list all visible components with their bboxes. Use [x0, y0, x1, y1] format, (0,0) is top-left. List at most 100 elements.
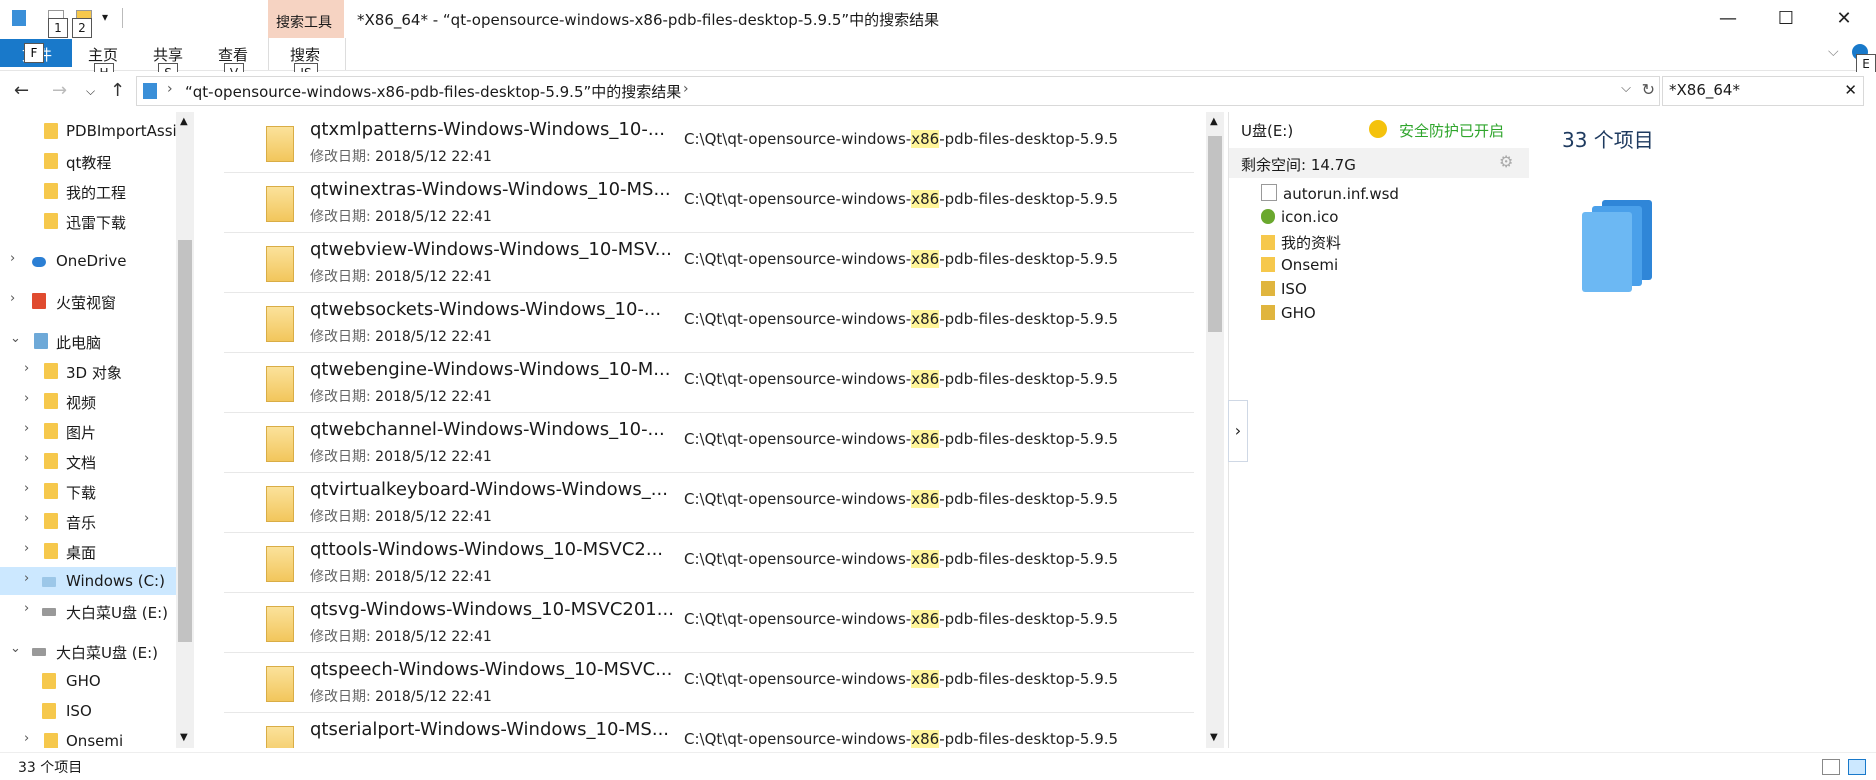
panel-item[interactable]: autorun.inf.wsd	[1261, 184, 1399, 203]
path-suffix: -pdb-files-desktop-5.9.5	[939, 610, 1119, 628]
result-row[interactable]: qtvirtualkeyboard-Windows-Windows_... 修改日…	[224, 472, 1194, 533]
collapse-chevron-icon[interactable]: ⌄	[10, 331, 21, 346]
details-view-icon[interactable]	[1822, 759, 1840, 775]
expand-chevron-icon[interactable]: ›	[24, 601, 29, 616]
panel-item[interactable]: Onsemi	[1261, 256, 1338, 274]
date-label: 修改日期:	[310, 389, 371, 405]
qat-dropdown-icon[interactable]: ▾	[102, 10, 108, 24]
sidebar-item-videos[interactable]: › 视频	[0, 387, 176, 415]
result-row[interactable]: qtspeech-Windows-Windows_10-MSVC... 修改日期:…	[224, 652, 1194, 713]
breadcrumb[interactable]: “qt-opensource-windows-x86-pdb-files-des…	[185, 81, 681, 102]
breadcrumb-chevron-icon[interactable]: ›	[167, 81, 173, 97]
result-row[interactable]: qtwebengine-Windows-Windows_10-M... 修改日期:…	[224, 352, 1194, 413]
back-button[interactable]: ←	[14, 80, 29, 101]
sidebar-item-music[interactable]: › 音乐	[0, 507, 176, 535]
tab-search[interactable]: 搜索	[290, 44, 320, 65]
panel-collapse-button[interactable]: ›	[1228, 400, 1248, 462]
sidebar-item-iso[interactable]: ISO	[0, 697, 176, 725]
tab-view[interactable]: 查看	[218, 44, 248, 65]
close-button[interactable]: ✕	[1816, 0, 1872, 38]
sidebar-item-desktop[interactable]: › 桌面	[0, 537, 176, 565]
navigation-pane: PDBImportAssi qt教程 我的工程 迅雷下载 › OneDrive …	[0, 112, 176, 748]
result-date: 修改日期: 2018/5/12 22:41	[310, 686, 492, 706]
minimize-button[interactable]: —	[1700, 0, 1756, 38]
expand-chevron-icon[interactable]: ›	[10, 251, 15, 266]
expand-chevron-icon[interactable]: ›	[24, 541, 29, 556]
desktop-icon	[44, 543, 58, 559]
result-row[interactable]: qtserialport-Windows-Windows_10-MS... C:\…	[224, 712, 1194, 748]
panel-item[interactable]: ISO	[1261, 280, 1307, 298]
sidebar-scrollbar[interactable]: ▲ ▼	[176, 112, 194, 748]
date-label: 修改日期:	[310, 209, 371, 225]
scroll-up-icon[interactable]: ▲	[180, 116, 188, 127]
clear-search-icon[interactable]: ✕	[1844, 81, 1857, 99]
sidebar-item-this-pc[interactable]: ⌄ 此电脑	[0, 327, 176, 355]
expand-chevron-icon[interactable]: ›	[24, 511, 29, 526]
sidebar-item-qt-tutorial[interactable]: qt教程	[0, 147, 176, 175]
result-row[interactable]: qtwebview-Windows-Windows_10-MSV... 修改日期:…	[224, 232, 1194, 293]
result-row[interactable]: qtwebsockets-Windows-Windows_10-... 修改日期:…	[224, 292, 1194, 353]
date-value: 2018/5/12 22:41	[375, 569, 492, 585]
sidebar-scroll-thumb[interactable]	[178, 240, 192, 642]
search-input[interactable]: *X86_64* ✕	[1662, 76, 1864, 106]
address-bar[interactable]: › “qt-opensource-windows-x86-pdb-files-d…	[136, 76, 1660, 106]
sidebar-item-3d-objects[interactable]: › 3D 对象	[0, 357, 176, 385]
forward-button[interactable]: →	[52, 80, 67, 101]
collapse-chevron-icon[interactable]: ⌄	[10, 641, 21, 656]
result-row[interactable]: qtsvg-Windows-Windows_10-MSVC201... 修改日期:…	[224, 592, 1194, 653]
expand-chevron-icon[interactable]: ›	[24, 451, 29, 466]
results-scrollbar[interactable]: ▲ ▼	[1206, 112, 1224, 748]
sidebar-item-my-projects[interactable]: 我的工程	[0, 177, 176, 205]
sidebar-item-windows-c[interactable]: › Windows (C:)	[0, 567, 176, 595]
maximize-button[interactable]: ☐	[1758, 0, 1814, 38]
scroll-up-icon[interactable]: ▲	[1210, 116, 1218, 127]
sidebar-item-downloads[interactable]: › 下载	[0, 477, 176, 505]
address-dropdown-icon[interactable]: ⌵	[1621, 81, 1631, 96]
sidebar-item-label: GHO	[66, 672, 101, 690]
expand-chevron-icon[interactable]: ›	[24, 731, 29, 746]
sidebar-item-usb-e-1[interactable]: › 大白菜U盘 (E:)	[0, 597, 176, 625]
panel-item[interactable]: 我的资料	[1261, 232, 1341, 253]
recent-locations-icon[interactable]: ⌵	[86, 84, 95, 99]
result-row[interactable]: qtxmlpatterns-Windows-Windows_10-... 修改日期…	[224, 112, 1194, 173]
tab-share[interactable]: 共享	[153, 44, 183, 65]
expand-chevron-icon[interactable]: ›	[24, 391, 29, 406]
expand-chevron-icon[interactable]: ›	[24, 361, 29, 376]
expand-chevron-icon[interactable]: ›	[24, 481, 29, 496]
result-row[interactable]: qtwebchannel-Windows-Windows_10-... 修改日期:…	[224, 412, 1194, 473]
result-row[interactable]: qttools-Windows-Windows_10-MSVC2... 修改日期:…	[224, 532, 1194, 593]
sidebar-item-onedrive[interactable]: › OneDrive	[0, 247, 176, 275]
sidebar-item-fireflies[interactable]: › 火萤视窗	[0, 287, 176, 315]
expand-chevron-icon[interactable]: ›	[10, 291, 15, 306]
zip-folder-icon	[266, 186, 294, 222]
sidebar-item-usb-e-2[interactable]: ⌄ 大白菜U盘 (E:)	[0, 637, 176, 665]
sidebar-item-gho[interactable]: GHO	[0, 667, 176, 695]
scroll-down-icon[interactable]: ▼	[180, 732, 188, 743]
refresh-icon[interactable]: ↻	[1642, 80, 1655, 99]
tab-file[interactable]: 文件 F	[0, 39, 72, 67]
breadcrumb-chevron-icon[interactable]: ›	[683, 81, 689, 97]
large-icons-view-icon[interactable]	[1848, 759, 1866, 775]
protection-status[interactable]: 安全防护已开启	[1399, 120, 1504, 141]
results-scroll-thumb[interactable]	[1208, 136, 1222, 332]
path-match-highlight: x86	[911, 250, 940, 268]
panel-item-label: GHO	[1281, 304, 1316, 322]
expand-chevron-icon[interactable]: ›	[24, 421, 29, 436]
drive-label: U盘(E:)	[1241, 122, 1294, 140]
sidebar-item-documents[interactable]: › 文档	[0, 447, 176, 475]
sidebar-item-pictures[interactable]: › 图片	[0, 417, 176, 445]
windows-icon	[32, 293, 46, 309]
gear-icon[interactable]: ⚙	[1499, 152, 1513, 171]
sidebar-item-thunder-downloads[interactable]: 迅雷下载	[0, 207, 176, 235]
tab-home[interactable]: 主页	[88, 44, 118, 65]
scroll-down-icon[interactable]: ▼	[1210, 732, 1218, 743]
sidebar-item-onsemi[interactable]: › Onsemi	[0, 727, 176, 748]
up-button[interactable]: ↑	[110, 80, 125, 101]
panel-item[interactable]: GHO	[1261, 304, 1316, 322]
date-value: 2018/5/12 22:41	[375, 629, 492, 645]
sidebar-item-pdbimportassi[interactable]: PDBImportAssi	[0, 117, 176, 145]
ribbon-expand-icon[interactable]: ⌵	[1828, 44, 1839, 60]
result-row[interactable]: qtwinextras-Windows-Windows_10-MS... 修改日期…	[224, 172, 1194, 233]
expand-chevron-icon[interactable]: ›	[24, 571, 29, 586]
panel-item[interactable]: icon.ico	[1261, 208, 1338, 226]
